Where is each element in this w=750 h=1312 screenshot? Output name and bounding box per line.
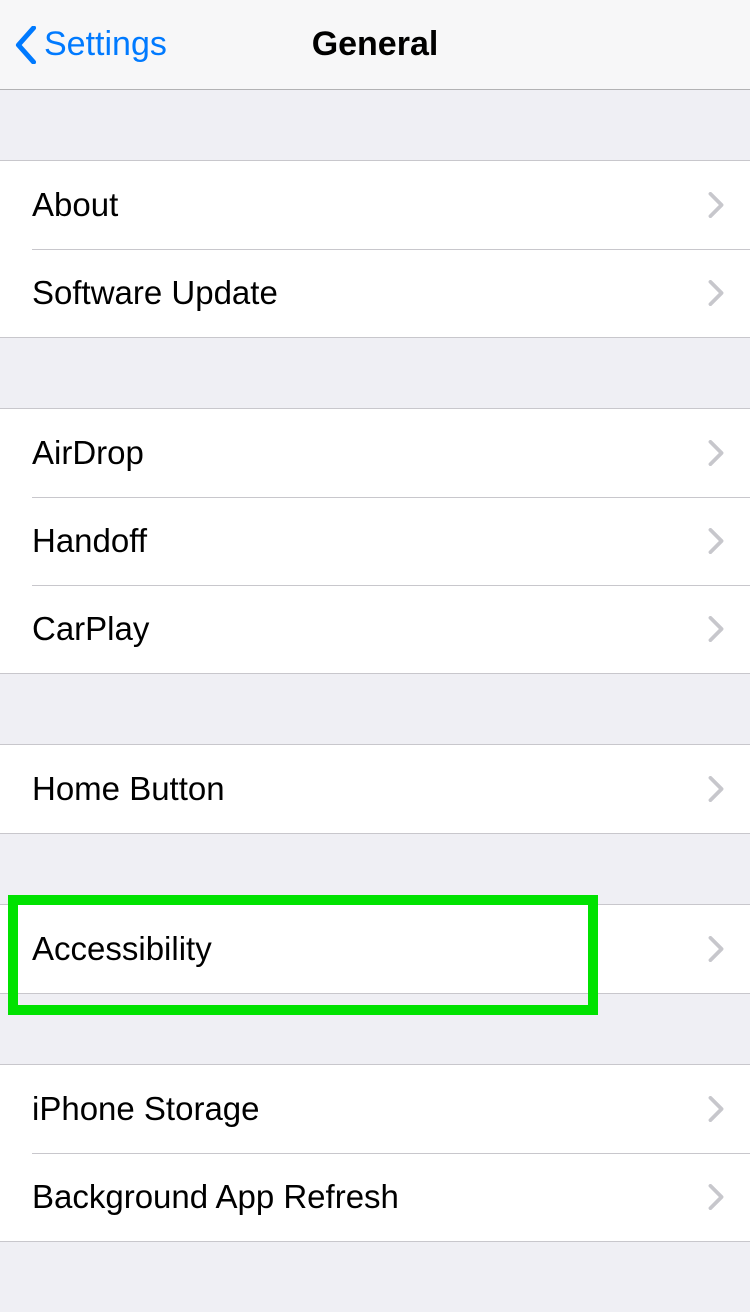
row-label: About	[32, 186, 708, 224]
chevron-right-icon	[708, 616, 724, 642]
chevron-right-icon	[708, 1184, 724, 1210]
row-handoff[interactable]: Handoff	[0, 497, 750, 585]
row-background-app-refresh[interactable]: Background App Refresh	[0, 1153, 750, 1241]
row-label: Software Update	[32, 274, 708, 312]
row-airdrop[interactable]: AirDrop	[0, 409, 750, 497]
row-about[interactable]: About	[0, 161, 750, 249]
row-label: Handoff	[32, 522, 708, 560]
nav-bar: Settings General	[0, 0, 750, 90]
group-spacer	[0, 674, 750, 744]
row-carplay[interactable]: CarPlay	[0, 585, 750, 673]
row-label: Accessibility	[32, 930, 708, 968]
row-label: Background App Refresh	[32, 1178, 708, 1216]
row-accessibility[interactable]: Accessibility	[0, 905, 750, 993]
chevron-right-icon	[708, 440, 724, 466]
group-storage: iPhone Storage Background App Refresh	[0, 1064, 750, 1242]
group-spacer	[0, 90, 750, 160]
chevron-right-icon	[708, 280, 724, 306]
row-home-button[interactable]: Home Button	[0, 745, 750, 833]
group-spacer	[0, 338, 750, 408]
row-label: iPhone Storage	[32, 1090, 708, 1128]
chevron-right-icon	[708, 776, 724, 802]
chevron-right-icon	[708, 1096, 724, 1122]
group-spacer	[0, 994, 750, 1064]
back-button[interactable]: Settings	[0, 25, 167, 64]
group-spacer	[0, 834, 750, 904]
row-iphone-storage[interactable]: iPhone Storage	[0, 1065, 750, 1153]
group-home-button: Home Button	[0, 744, 750, 834]
row-label: Home Button	[32, 770, 708, 808]
back-label: Settings	[44, 25, 167, 64]
chevron-right-icon	[708, 936, 724, 962]
row-software-update[interactable]: Software Update	[0, 249, 750, 337]
chevron-right-icon	[708, 528, 724, 554]
group-about: About Software Update	[0, 160, 750, 338]
row-label: CarPlay	[32, 610, 708, 648]
chevron-right-icon	[708, 192, 724, 218]
group-accessibility: Accessibility	[0, 904, 750, 994]
group-spacer	[0, 1242, 750, 1312]
group-connectivity: AirDrop Handoff CarPlay	[0, 408, 750, 674]
row-label: AirDrop	[32, 434, 708, 472]
chevron-left-icon	[14, 26, 38, 64]
